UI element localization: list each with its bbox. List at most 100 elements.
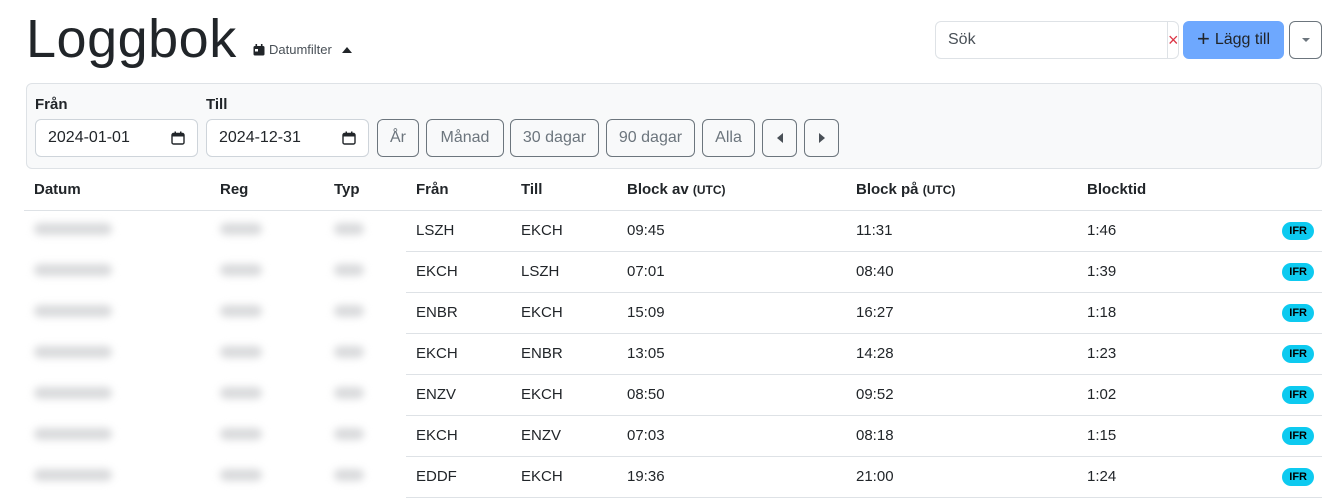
to-date-input[interactable]: 2024-12-31 <box>206 119 369 157</box>
column-header-to[interactable]: Till <box>511 170 617 211</box>
redacted-text <box>334 264 364 276</box>
reg-cell-redacted <box>210 456 324 497</box>
block-time-cell: 1:24 <box>1077 456 1237 498</box>
block-off-label: Block av <box>627 181 689 199</box>
block-time-cell: 1:02 <box>1077 374 1237 416</box>
search-box: × <box>935 21 1179 59</box>
search-input[interactable] <box>936 22 1167 58</box>
type-cell-redacted <box>324 210 406 251</box>
from-cell: LSZH <box>406 210 511 252</box>
month-button[interactable]: Månad <box>426 119 504 157</box>
from-date-value: 2024-01-01 <box>48 129 130 146</box>
redacted-text <box>220 305 262 317</box>
redacted-text <box>34 346 112 358</box>
column-header-from[interactable]: Från <box>406 170 511 211</box>
block-on-cell: 08:40 <box>846 251 1077 293</box>
redacted-text <box>220 346 262 358</box>
from-date-input[interactable]: 2024-01-01 <box>35 119 198 157</box>
add-entry-button[interactable]: + Lägg till <box>1183 21 1284 59</box>
type-cell-redacted <box>324 333 406 374</box>
column-header-date[interactable]: Datum <box>24 170 210 211</box>
from-cell: EKCH <box>406 333 511 375</box>
calendar-icon <box>253 43 265 56</box>
to-cell: ENBR <box>511 333 617 375</box>
next-period-button[interactable] <box>804 119 839 157</box>
table-row[interactable]: EDDF EKCH 19:36 21:00 1:24 IFR <box>24 456 1322 498</box>
block-time-cell: 1:39 <box>1077 251 1237 293</box>
date-cell-redacted <box>24 333 210 374</box>
flight-rules-cell: IFR <box>1237 456 1322 498</box>
redacted-text <box>34 469 112 481</box>
triangle-left-icon <box>776 133 783 143</box>
block-off-cell: 09:45 <box>617 210 846 252</box>
block-on-label: Block på <box>856 181 919 199</box>
reg-cell-redacted <box>210 292 324 333</box>
date-filter-toggle[interactable]: Datumfilter <box>253 42 352 57</box>
block-time-cell: 1:46 <box>1077 210 1237 252</box>
add-entry-label: Lägg till <box>1214 31 1270 48</box>
30-days-button[interactable]: 30 dagar <box>510 119 599 157</box>
type-cell-redacted <box>324 292 406 333</box>
to-cell: EKCH <box>511 210 617 252</box>
reg-cell-redacted <box>210 415 324 456</box>
column-header-block-on[interactable]: Block på (UTC) <box>846 170 1077 211</box>
column-header-block-off[interactable]: Block av (UTC) <box>617 170 846 211</box>
date-filter-label: Datumfilter <box>269 42 332 57</box>
all-button[interactable]: Alla <box>702 119 755 157</box>
table-row[interactable]: EKCH LSZH 07:01 08:40 1:39 IFR <box>24 251 1322 293</box>
redacted-text <box>220 387 262 399</box>
to-cell: EKCH <box>511 292 617 334</box>
year-button[interactable]: År <box>377 119 419 157</box>
calendar-icon[interactable] <box>171 131 185 145</box>
flight-rules-cell: IFR <box>1237 292 1322 334</box>
block-off-cell: 07:01 <box>617 251 846 293</box>
from-cell: ENBR <box>406 292 511 334</box>
redacted-text <box>34 428 112 440</box>
block-off-cell: 13:05 <box>617 333 846 375</box>
flight-rules-badge: IFR <box>1282 345 1314 363</box>
flight-rules-cell: IFR <box>1237 333 1322 375</box>
table-row[interactable]: ENZV EKCH 08:50 09:52 1:02 IFR <box>24 374 1322 416</box>
table-row[interactable]: EKCH ENZV 07:03 08:18 1:15 IFR <box>24 415 1322 457</box>
from-label: Från <box>35 96 68 113</box>
flight-rules-badge: IFR <box>1282 427 1314 445</box>
to-cell: LSZH <box>511 251 617 293</box>
to-label: Till <box>206 96 228 113</box>
plus-icon: + <box>1196 26 1210 51</box>
block-time-cell: 1:15 <box>1077 415 1237 457</box>
table-header-row: Datum Reg Typ Från Till Block av (UTC) B… <box>24 170 1322 211</box>
from-cell: EKCH <box>406 251 511 293</box>
more-options-button[interactable] <box>1289 21 1322 59</box>
flight-rules-cell: IFR <box>1237 374 1322 416</box>
redacted-text <box>334 223 364 235</box>
block-on-cell: 16:27 <box>846 292 1077 334</box>
calendar-icon[interactable] <box>342 131 356 145</box>
table-row[interactable]: EKCH ENBR 13:05 14:28 1:23 IFR <box>24 333 1322 375</box>
date-cell-redacted <box>24 374 210 415</box>
date-cell-redacted <box>24 251 210 292</box>
block-on-cell: 09:52 <box>846 374 1077 416</box>
block-on-cell: 14:28 <box>846 333 1077 375</box>
flight-rules-badge: IFR <box>1282 222 1314 240</box>
table-row[interactable]: LSZH EKCH 09:45 11:31 1:46 IFR <box>24 210 1322 252</box>
type-cell-redacted <box>324 456 406 497</box>
redacted-text <box>220 428 262 440</box>
column-header-type[interactable]: Typ <box>324 170 406 211</box>
column-header-block-time[interactable]: Blocktid <box>1077 170 1237 211</box>
90-days-button[interactable]: 90 dagar <box>606 119 695 157</box>
redacted-text <box>34 264 112 276</box>
redacted-text <box>220 223 262 235</box>
triangle-right-icon <box>818 133 825 143</box>
block-off-cell: 19:36 <box>617 456 846 498</box>
previous-period-button[interactable] <box>762 119 797 157</box>
reg-cell-redacted <box>210 210 324 251</box>
redacted-text <box>34 305 112 317</box>
date-cell-redacted <box>24 210 210 251</box>
caret-down-icon <box>1301 38 1310 42</box>
block-off-cell: 07:03 <box>617 415 846 457</box>
table-row[interactable]: ENBR EKCH 15:09 16:27 1:18 IFR <box>24 292 1322 334</box>
clear-search-icon[interactable]: × <box>1167 22 1179 58</box>
column-header-reg[interactable]: Reg <box>210 170 324 211</box>
date-filter-panel: Från 2024-01-01 Till 2024-12-31 År Månad… <box>26 83 1322 169</box>
redacted-text <box>334 428 364 440</box>
